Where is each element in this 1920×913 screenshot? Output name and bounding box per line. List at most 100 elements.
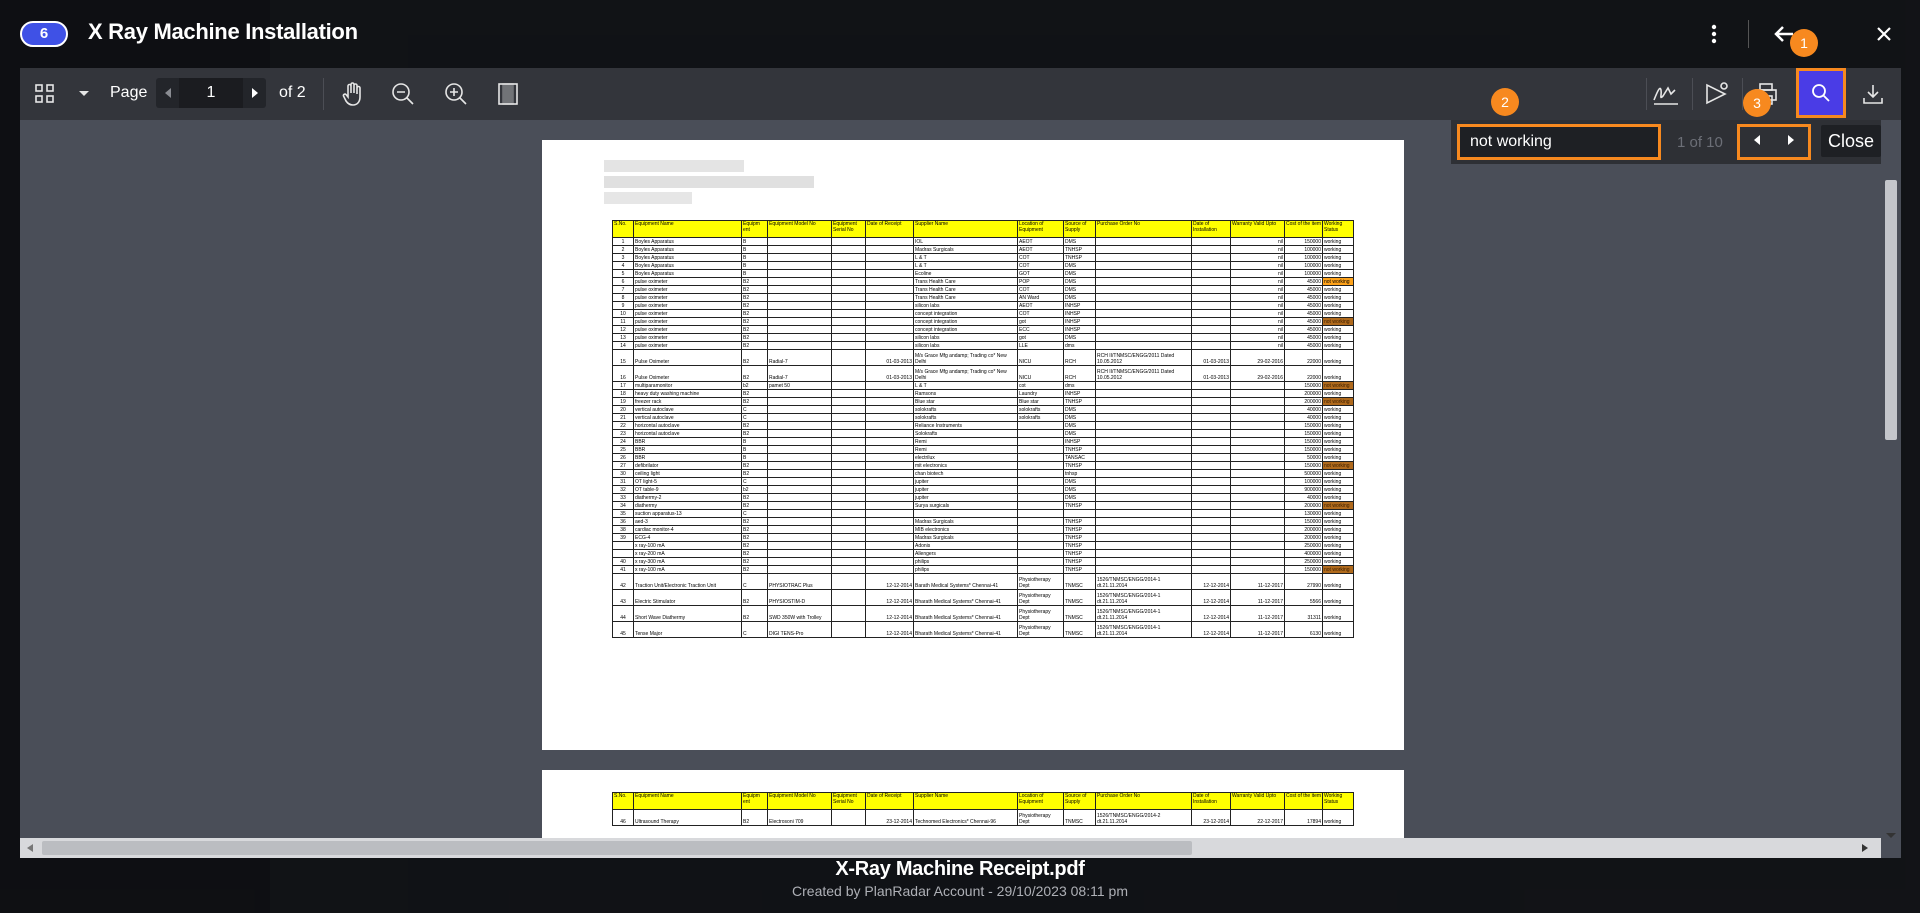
signature-icon[interactable]	[1650, 78, 1682, 110]
table-cell	[1230, 381, 1285, 390]
table-cell: C	[741, 509, 768, 518]
table-cell: 25	[612, 445, 634, 454]
pan-hand-icon[interactable]	[337, 78, 369, 110]
table-cell: multiparamonitor	[633, 381, 742, 390]
table-cell	[1017, 453, 1064, 462]
table-cell: pamet 50	[767, 381, 832, 390]
table-cell: nil	[1230, 341, 1285, 350]
table-cell: 45000	[1284, 325, 1323, 334]
table-cell	[913, 509, 1018, 518]
table-cell: B2	[741, 285, 768, 294]
table-cell: 12	[612, 325, 634, 334]
fit-page-icon[interactable]	[492, 78, 524, 110]
table-cell: B2	[741, 501, 768, 510]
table-row: 9 pulse oximeter B2 silicon labs AEOT INHSP ni…	[612, 301, 1354, 310]
table-row: 39 ECG-4 B2 Madras Surgicals TNHSP 200000 work…	[612, 533, 1354, 542]
next-page-button[interactable]	[243, 78, 266, 108]
table-cell: 12-12-2014	[1191, 605, 1231, 622]
search-button[interactable]	[1796, 68, 1846, 118]
redacted-heading	[604, 176, 814, 188]
table-cell: working	[1322, 421, 1354, 430]
table-cell: Bharath Medical Systems* Chennai-41	[913, 605, 1018, 622]
table-cell	[1230, 477, 1285, 486]
close-icon[interactable]	[1870, 20, 1898, 48]
prev-result-button[interactable]	[1740, 127, 1774, 157]
table-cell: working	[1322, 517, 1354, 526]
table-cell: PHYSIOTRAC Plus	[767, 573, 832, 590]
table-cell	[831, 509, 866, 518]
table-cell: not working	[1322, 381, 1354, 390]
scroll-left-arrow[interactable]	[26, 843, 34, 853]
search-bar: 1 of 10 Close	[1451, 120, 1881, 164]
table-cell: 250000	[1284, 557, 1323, 566]
table-cell: working	[1322, 285, 1354, 294]
table-cell: TNHSP	[1063, 533, 1096, 542]
table-cell	[865, 237, 914, 246]
table-cell: 16	[612, 365, 634, 382]
table-cell: Madras Surgicals	[913, 533, 1018, 542]
table-cell: 200000	[1284, 525, 1323, 534]
table-cell: 10	[612, 309, 634, 318]
table-cell: RCH II/TNMSC/ENGG/2011 Dated 10.05.2012	[1095, 349, 1192, 366]
table-cell: working	[1322, 429, 1354, 438]
table-cell: 23-12-2014	[1191, 809, 1231, 826]
toolbar-divider	[1646, 78, 1647, 110]
table-cell	[831, 269, 866, 278]
thumbnails-icon[interactable]	[32, 78, 58, 110]
table-cell: working	[1322, 477, 1354, 486]
table-cell: dms	[1063, 341, 1096, 350]
table-cell	[1095, 501, 1192, 510]
table-cell	[865, 429, 914, 438]
table-cell: working	[1322, 301, 1354, 310]
table-cell: 200000	[1284, 397, 1323, 406]
table-cell	[1230, 397, 1285, 406]
table-cell	[831, 517, 866, 526]
search-input[interactable]	[1457, 124, 1661, 160]
prev-page-button[interactable]	[156, 78, 179, 108]
table-cell	[1017, 517, 1064, 526]
table-cell: 45000	[1284, 285, 1323, 294]
table-cell: jupiter	[913, 493, 1018, 502]
table-cell	[831, 365, 866, 382]
table-cell: working	[1322, 533, 1354, 542]
table-cell: 30	[612, 469, 634, 478]
table-cell: B	[741, 445, 768, 454]
table-cell: solokrafts	[1017, 413, 1064, 422]
zoom-in-icon[interactable]	[440, 78, 472, 110]
table-cell: Ramsons	[913, 389, 1018, 398]
table-cell	[1230, 421, 1285, 430]
table-row: 11 pulse oximeter B2 concept integration got…	[612, 317, 1354, 326]
table-cell: concept integration	[913, 317, 1018, 326]
scroll-right-arrow[interactable]	[1861, 843, 1869, 853]
table-cell: 200000	[1284, 533, 1323, 542]
table-cell	[831, 341, 866, 350]
kebab-icon[interactable]	[1700, 20, 1728, 48]
horizontal-scroll-thumb[interactable]	[42, 841, 1192, 855]
next-result-button[interactable]	[1774, 127, 1808, 157]
table-cell	[1095, 389, 1192, 398]
search-close-button[interactable]: Close	[1821, 125, 1881, 157]
vertical-scrollbar[interactable]	[1881, 168, 1901, 844]
header-divider	[1748, 20, 1749, 48]
page-number-input[interactable]	[179, 78, 243, 108]
table-cell: 36	[612, 517, 634, 526]
scroll-down-arrow[interactable]	[1885, 832, 1897, 840]
share-icon[interactable]	[1700, 78, 1732, 110]
chevron-down-icon[interactable]	[74, 78, 94, 110]
table-cell: Physiotherapy Dept	[1017, 589, 1064, 606]
table-cell: 150000	[1284, 237, 1323, 246]
table-cell	[831, 301, 866, 310]
table-cell	[831, 237, 866, 246]
table-row: 33 diathermy-2 B2 jupiter DMS 40000 working	[612, 493, 1354, 502]
table-cell	[831, 605, 866, 622]
table-cell	[865, 325, 914, 334]
zoom-out-icon[interactable]	[387, 78, 419, 110]
table-cell: RCH	[1063, 349, 1096, 366]
table-cell	[1230, 557, 1285, 566]
table-cell	[1191, 501, 1231, 510]
table-cell: Bharath Medical Systems* Chennai-41	[913, 621, 1018, 638]
horizontal-scrollbar[interactable]	[20, 838, 1881, 858]
table-cell	[865, 317, 914, 326]
download-icon[interactable]	[1858, 78, 1888, 110]
vertical-scroll-thumb[interactable]	[1885, 180, 1897, 440]
